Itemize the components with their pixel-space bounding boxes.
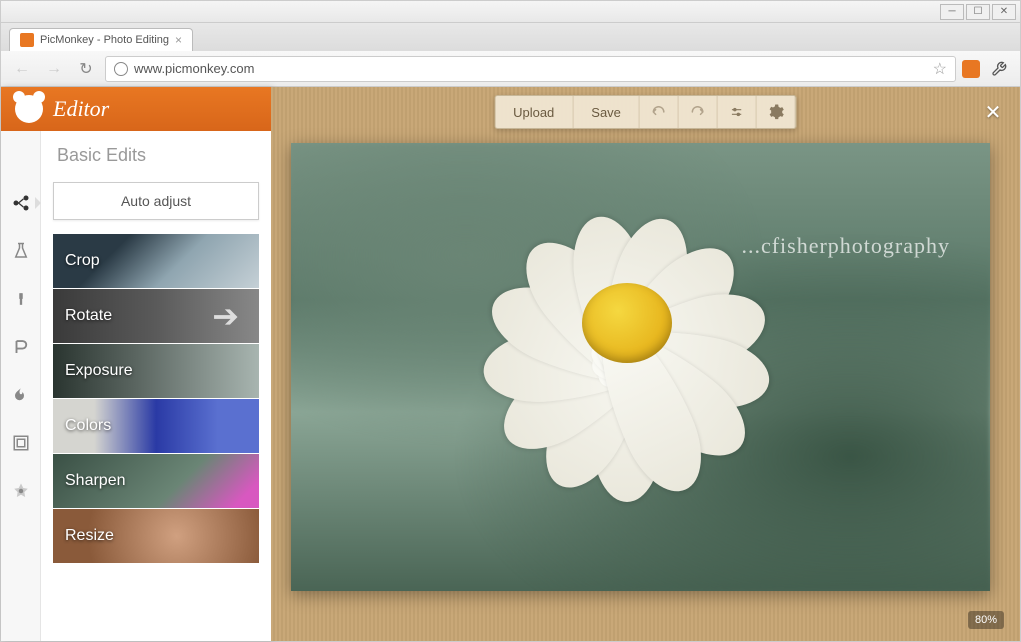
browser-tab-bar: PicMonkey - Photo Editing × [1, 23, 1020, 51]
window-minimize-button[interactable]: ─ [940, 4, 964, 20]
tool-tab-effects[interactable] [9, 239, 33, 263]
url-bar[interactable]: www.picmonkey.com ☆ [105, 56, 956, 82]
redo-button[interactable] [679, 96, 718, 128]
undo-button[interactable] [640, 96, 679, 128]
window-controls: ─ ☐ ✕ [1, 1, 1020, 23]
window-maximize-button[interactable]: ☐ [966, 4, 990, 20]
tool-tabs [1, 131, 41, 641]
auto-adjust-button[interactable]: Auto adjust [53, 182, 259, 220]
tool-tab-overlays[interactable] [9, 383, 33, 407]
edit-item-exposure[interactable]: Exposure [53, 344, 259, 398]
edit-item-label: Rotate [65, 307, 112, 325]
edit-item-label: Crop [65, 252, 100, 270]
edit-item-resize[interactable]: Resize [53, 509, 259, 563]
app-logo-icon [15, 95, 43, 123]
sidebar: Editor [1, 87, 271, 641]
tool-tab-basic-edits[interactable] [9, 191, 33, 215]
edit-item-label: Sharpen [65, 472, 126, 490]
edit-item-label: Colors [65, 417, 111, 435]
sliders-icon[interactable] [718, 96, 757, 128]
extension-picmonkey-icon[interactable] [962, 60, 980, 78]
edit-item-rotate[interactable]: Rotate [53, 289, 259, 343]
nav-forward-button[interactable]: → [41, 56, 67, 82]
edit-item-colors[interactable]: Colors [53, 399, 259, 453]
bookmark-star-icon[interactable]: ☆ [933, 59, 947, 79]
nav-back-button[interactable]: ← [9, 56, 35, 82]
photo-canvas[interactable]: ...cfisherphotography [291, 143, 990, 591]
browser-tab[interactable]: PicMonkey - Photo Editing × [9, 28, 193, 51]
tab-close-button[interactable]: × [175, 33, 182, 47]
edit-item-label: Resize [65, 527, 114, 545]
edit-item-sharpen[interactable]: Sharpen [53, 454, 259, 508]
panel-title: Basic Edits [53, 145, 259, 166]
tool-tab-text[interactable] [9, 335, 33, 359]
tab-title: PicMonkey - Photo Editing [40, 34, 169, 46]
canvas-area: Upload Save ✕ [271, 87, 1020, 641]
app-title: Editor [53, 96, 109, 122]
globe-icon [114, 62, 128, 76]
tab-favicon-icon [20, 33, 34, 47]
save-button[interactable]: Save [573, 96, 640, 128]
edit-panel: Basic Edits Auto adjust Crop Rotate Expo… [41, 131, 271, 641]
edit-item-label: Exposure [65, 362, 133, 380]
tool-tab-frames[interactable] [9, 431, 33, 455]
browser-nav-bar: ← → ↻ www.picmonkey.com ☆ [1, 51, 1020, 87]
nav-reload-button[interactable]: ↻ [73, 56, 99, 82]
window-close-button[interactable]: ✕ [992, 4, 1016, 20]
settings-gear-icon[interactable] [757, 96, 796, 128]
url-text: www.picmonkey.com [134, 61, 927, 76]
edit-item-crop[interactable]: Crop [53, 234, 259, 288]
sidebar-header: Editor [1, 87, 271, 131]
close-canvas-button[interactable]: ✕ [982, 101, 1004, 123]
zoom-indicator[interactable]: 80% [968, 611, 1004, 629]
top-toolbar: Upload Save [494, 95, 797, 129]
tool-tab-touch-up[interactable] [9, 287, 33, 311]
photo-watermark: ...cfisherphotography [741, 233, 950, 259]
tool-tab-textures[interactable] [9, 479, 33, 503]
upload-button[interactable]: Upload [495, 96, 573, 128]
browser-settings-icon[interactable] [986, 56, 1012, 82]
